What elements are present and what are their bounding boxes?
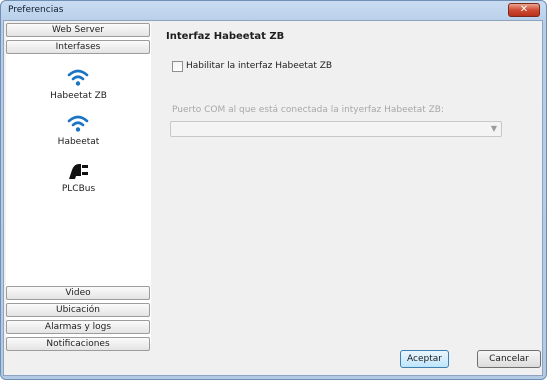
section-video[interactable]: Video xyxy=(6,286,150,300)
wifi-icon xyxy=(66,66,90,88)
section-web-server[interactable]: Web Server xyxy=(6,23,150,37)
accept-button[interactable]: Aceptar xyxy=(400,350,449,368)
chevron-down-icon: ▼ xyxy=(490,124,497,133)
plug-icon xyxy=(66,159,90,181)
wifi-icon xyxy=(66,112,90,134)
section-notificaciones[interactable]: Notificaciones xyxy=(6,337,150,351)
window-client-area: Web Server Interfases Habeetat ZB Habeet… xyxy=(3,20,543,376)
section-interfases[interactable]: Interfases xyxy=(6,40,150,54)
enable-interface-checkbox[interactable] xyxy=(172,61,183,72)
sidebar-item-plcbus[interactable]: PLCBus xyxy=(6,156,151,202)
preferences-window: Preferencias ✕ Web Server Interfases Hab… xyxy=(0,0,547,380)
com-port-label: Puerto COM al que está conectada la inty… xyxy=(172,105,445,115)
section-alarmas-y-logs[interactable]: Alarmas y logs xyxy=(6,320,150,334)
enable-interface-label[interactable]: Habilitar la interfaz Habeetat ZB xyxy=(186,61,332,71)
sidebar-item-label: Habeetat ZB xyxy=(50,91,107,101)
panel-title: Interfaz Habeetat ZB xyxy=(166,31,285,42)
sidebar-item-label: Habeetat xyxy=(57,137,100,147)
sidebar-item-label: PLCBus xyxy=(61,184,96,194)
window-title: Preferencias xyxy=(8,5,64,15)
com-port-select[interactable]: ▼ xyxy=(170,121,502,137)
section-ubicacion[interactable]: Ubicación xyxy=(6,303,150,317)
cancel-button[interactable]: Cancelar xyxy=(477,350,541,368)
close-button[interactable]: ✕ xyxy=(508,3,540,17)
sidebar: Web Server Interfases Habeetat ZB Habeet… xyxy=(6,23,151,351)
sidebar-item-habeetat-zb[interactable]: Habeetat ZB xyxy=(6,63,151,109)
sidebar-item-habeetat[interactable]: Habeetat xyxy=(6,109,151,155)
title-bar: Preferencias ✕ xyxy=(1,1,546,20)
settings-panel: Interfaz Habeetat ZB Habilitar la interf… xyxy=(164,29,532,139)
